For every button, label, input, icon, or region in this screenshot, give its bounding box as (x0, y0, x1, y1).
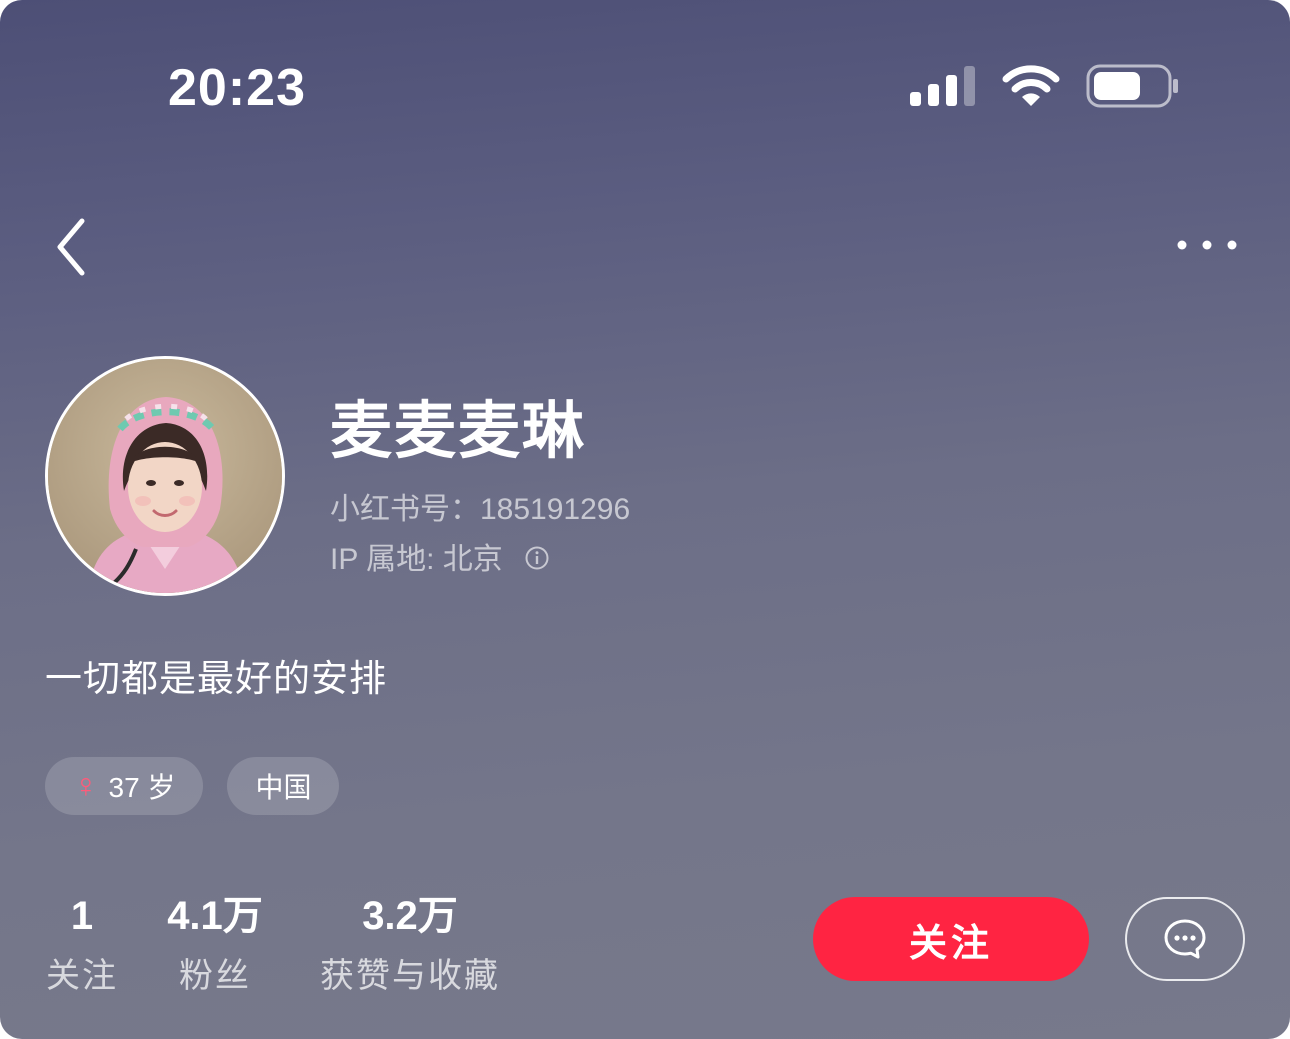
stat-likes-collects[interactable]: 3.2万 获赞与收藏 (317, 892, 503, 997)
message-button[interactable] (1125, 897, 1245, 981)
cellular-signal-icon (910, 66, 975, 106)
stat-followers-value: 4.1万 (167, 894, 263, 938)
age-text: 37 岁 (108, 772, 176, 803)
wifi-icon (1002, 65, 1060, 106)
info-icon[interactable] (525, 544, 549, 570)
battery-icon (1086, 64, 1178, 108)
profile-tags: ♀ 37 岁 中国 (45, 757, 340, 815)
profile-name: 麦麦麦琳 (330, 397, 587, 466)
stat-likes-value: 3.2万 (362, 894, 458, 938)
status-icons (910, 64, 1180, 108)
stat-followers-label: 粉丝 (179, 957, 251, 995)
chevron-left-icon (57, 218, 85, 276)
age-tag: ♀ 37 岁 (45, 757, 204, 815)
stat-following-label: 关注 (46, 957, 118, 995)
profile-bio: 一切都是最好的安排 (45, 658, 387, 699)
back-button[interactable] (50, 215, 94, 279)
female-icon: ♀ (73, 767, 99, 805)
stat-likes-label: 获赞与收藏 (320, 957, 500, 995)
profile-stats: 1 关注 4.1万 粉丝 3.2万 获赞与收藏 (45, 892, 503, 997)
ip-location: IP 属地: 北京 (330, 543, 503, 576)
profile-screen: 20:23 麦麦麦琳 小红书号：185191296 IP 属地: 北京 一切都是… (0, 0, 1290, 1039)
stat-followers[interactable]: 4.1万 粉丝 (160, 892, 270, 997)
follow-button[interactable]: 关注 (813, 897, 1089, 981)
status-time: 20:23 (168, 59, 306, 117)
chat-bubble-icon (1164, 919, 1206, 959)
more-dots-icon (1177, 240, 1237, 250)
avatar-portrait (48, 359, 282, 593)
region-text: 中国 (255, 772, 312, 803)
stat-following[interactable]: 1 关注 (45, 892, 119, 997)
ip-location-row: IP 属地: 北京 (330, 534, 549, 578)
avatar[interactable] (45, 356, 285, 596)
stat-following-value: 1 (70, 894, 94, 938)
profile-id: 小红书号：185191296 (330, 493, 631, 526)
region-tag: 中国 (227, 757, 340, 815)
more-button[interactable] (1174, 228, 1240, 262)
